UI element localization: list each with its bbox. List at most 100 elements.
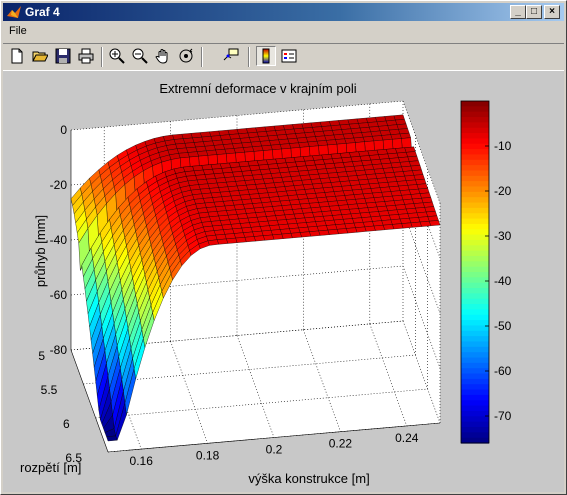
z-tick-label: -80 <box>50 343 68 357</box>
surface-cell <box>419 221 432 227</box>
colorbar-segment <box>461 101 489 107</box>
x-tick-label: 0.24 <box>395 431 419 445</box>
colorbar-segment <box>461 341 489 348</box>
colorbar-segment <box>461 432 489 439</box>
colorbar-tick-label: -60 <box>494 364 512 378</box>
colorbar-segment <box>461 410 489 417</box>
colorbar-segment <box>461 207 489 214</box>
menu-bar: File <box>3 23 564 41</box>
surface-cell <box>401 222 413 229</box>
new-figure-icon <box>11 48 23 64</box>
matlab-logo-icon <box>7 6 21 18</box>
colorbar-segment <box>461 117 489 123</box>
colorbar-segment <box>461 309 489 316</box>
surface-plot[interactable]: 0.16 0.18 0.2 0.22 0.2455.566.50-20-40-60-80… <box>3 71 564 492</box>
colorbar-segment <box>461 165 489 172</box>
colorbar-tick-label: -40 <box>494 274 512 288</box>
surface-cell <box>290 232 302 239</box>
colorbar-segment <box>461 154 489 161</box>
menu-file[interactable]: File <box>9 25 27 37</box>
surface-cell <box>244 236 256 243</box>
colorbar-segment <box>461 330 489 337</box>
colorbar[interactable]: -10 -20 -30 -40 -50 -60 -70 <box>460 100 512 444</box>
colorbar-icon <box>262 48 270 64</box>
pan-hand-icon <box>155 49 168 64</box>
x-tick-label: 0.22 <box>329 437 353 451</box>
open-file-icon <box>32 51 48 62</box>
surface-cell <box>272 233 284 240</box>
colorbar-segment <box>461 384 489 391</box>
colorbar-segment <box>461 213 489 220</box>
figure-window: Graf 4 _ □ × File 0.16 0.18 0.2 0.22 0.2… <box>0 0 567 495</box>
zoom-out-button[interactable] <box>130 46 150 66</box>
colorbar-segment <box>461 111 489 118</box>
z-tick-label: -40 <box>50 233 68 247</box>
rotate-3d-button[interactable] <box>176 46 196 66</box>
zoom-in-button[interactable] <box>107 46 127 66</box>
minimize-button[interactable]: _ <box>510 5 526 19</box>
colorbar-segment <box>461 127 489 134</box>
colorbar-segment <box>461 405 489 412</box>
y-tick-label: 5 <box>38 349 45 363</box>
colorbar-segment <box>461 250 489 257</box>
pan-button[interactable] <box>153 46 173 66</box>
surface-cell <box>428 220 441 226</box>
data-cursor-icon <box>223 48 239 61</box>
colorbar-segment <box>461 288 489 294</box>
colorbar-segment <box>461 320 489 327</box>
colorbar-segment <box>461 122 489 129</box>
x-axis-label: výška konstrukce [m] <box>248 471 369 486</box>
colorbar-segment <box>461 293 489 300</box>
surface-cell <box>216 238 229 245</box>
y-axis-label: rozpětí [m] <box>20 460 81 475</box>
toolbar-separator <box>101 47 103 67</box>
print-button[interactable] <box>76 46 96 66</box>
surface-cell <box>392 223 404 230</box>
colorbar-segment <box>461 149 489 156</box>
maximize-button[interactable]: □ <box>526 5 542 19</box>
colorbar-segment <box>461 229 489 236</box>
surface-cell <box>226 237 238 244</box>
colorbar-segment <box>461 325 489 332</box>
insert-legend-button[interactable] <box>279 46 299 66</box>
save-button[interactable] <box>53 46 73 66</box>
colorbar-segment <box>461 266 489 273</box>
close-button[interactable]: × <box>544 5 560 19</box>
new-figure-button[interactable] <box>7 46 27 66</box>
insert-colorbar-button[interactable] <box>256 46 276 66</box>
colorbar-segment <box>461 143 489 150</box>
surface-cell <box>382 224 395 230</box>
colorbar-tick-label: -50 <box>494 319 512 333</box>
x-tick-label: 0.2 <box>266 443 283 457</box>
colorbar-tick-label: -30 <box>494 229 512 243</box>
data-cursor-button[interactable] <box>221 46 241 66</box>
colorbar-segment <box>461 272 489 278</box>
colorbar-segment <box>461 186 489 193</box>
colorbar-segment <box>461 416 489 423</box>
save-icon <box>55 48 71 64</box>
toolbar-separator <box>248 47 250 67</box>
colorbar-tick-label: -20 <box>494 184 512 198</box>
surface-cell <box>373 225 385 231</box>
legend-icon <box>281 49 297 63</box>
colorbar-segment <box>461 245 489 252</box>
colorbar-segment <box>461 389 489 396</box>
surface-cell <box>299 231 312 238</box>
toolbar-separator <box>201 47 203 67</box>
title-bar[interactable]: Graf 4 _ □ × <box>3 3 564 21</box>
surface-cell <box>355 226 367 233</box>
x-tick-label: 0.18 <box>196 448 220 462</box>
surface-cell <box>106 435 118 442</box>
colorbar-segment <box>461 368 489 375</box>
open-file-button[interactable] <box>30 46 50 66</box>
chart-title: Extremní deformace v krajním poli <box>159 81 356 96</box>
colorbar-segment <box>461 282 489 289</box>
z-axis-label: průhyb [mm] <box>33 215 48 287</box>
z-tick-label: 0 <box>60 123 67 137</box>
colorbar-segment <box>461 357 489 364</box>
colorbar-segment <box>461 170 489 177</box>
surface-cell <box>262 234 275 241</box>
colorbar-segment <box>461 255 489 262</box>
z-tick-label: -20 <box>50 178 68 192</box>
colorbar-segment <box>461 202 489 209</box>
